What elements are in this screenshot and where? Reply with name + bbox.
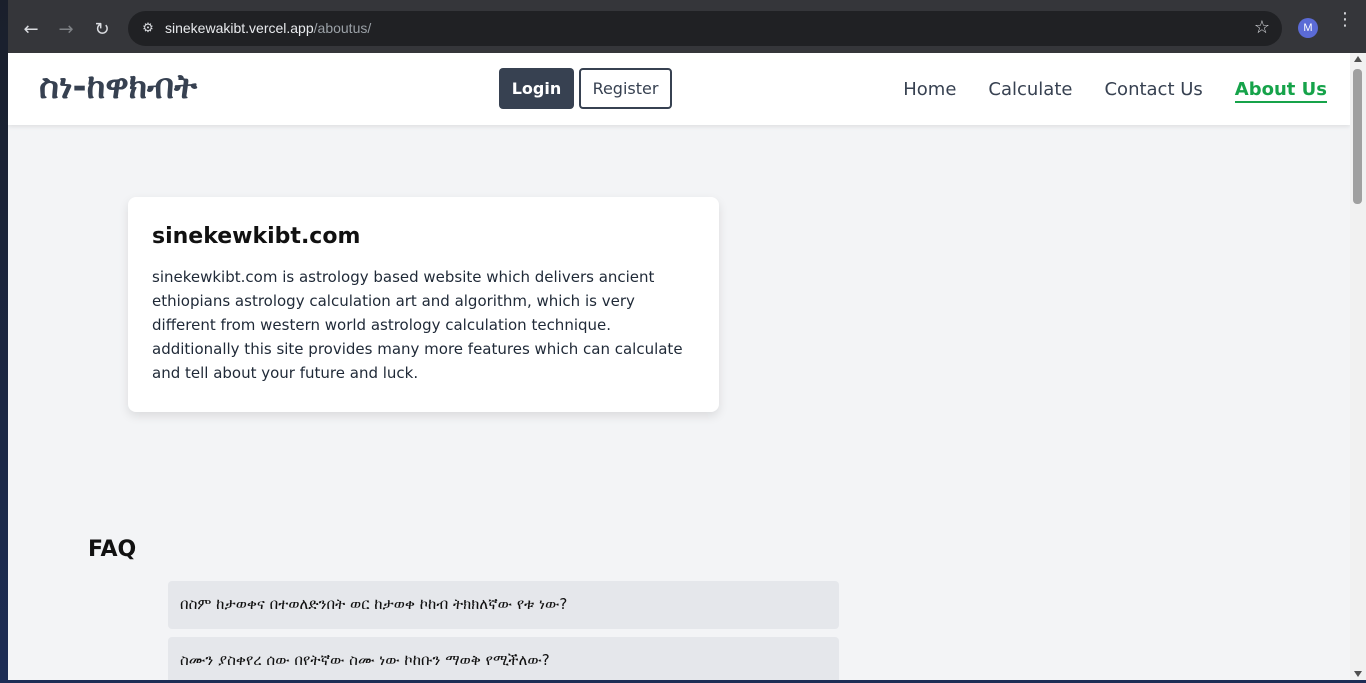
- nav-link-calculate[interactable]: Calculate: [988, 79, 1072, 103]
- browser-toolbar: ← → ↻ ⚙ sinekewakibt.vercel.app/aboutus/…: [8, 0, 1366, 53]
- scroll-down-arrow-icon[interactable]: [1354, 671, 1362, 677]
- page-scrollbar[interactable]: [1350, 53, 1366, 680]
- about-card: sinekewkibt.com sinekewkibt.com is astro…: [128, 197, 719, 412]
- register-button[interactable]: Register: [579, 68, 672, 109]
- forward-icon[interactable]: →: [51, 14, 81, 44]
- nav-link-contact-us[interactable]: Contact Us: [1104, 79, 1202, 103]
- url-text[interactable]: sinekewakibt.vercel.app/aboutus/: [165, 20, 371, 36]
- faq-heading: FAQ: [88, 537, 137, 562]
- site-navbar: ስነ-ከዋክብት Login Register Home Calculate C…: [8, 53, 1350, 125]
- reload-icon[interactable]: ↻: [87, 14, 117, 44]
- nav-link-home[interactable]: Home: [903, 79, 956, 103]
- menu-kebab-icon[interactable]: ⋮: [1336, 11, 1354, 29]
- nav-links: Home Calculate Contact Us About Us: [903, 79, 1327, 103]
- back-icon[interactable]: ←: [16, 14, 46, 44]
- url-host: sinekewakibt.vercel.app: [165, 20, 314, 36]
- scroll-thumb[interactable]: [1353, 69, 1362, 204]
- scroll-up-arrow-icon[interactable]: [1354, 56, 1362, 62]
- about-title: sinekewkibt.com: [152, 224, 361, 249]
- site-logo[interactable]: ስነ-ከዋክብት: [39, 67, 197, 107]
- faq-item[interactable]: ስሙን ያስቀየረ ሰው በየትኛው ስሙ ነው ኮከቡን ማወቅ የሚችለው?: [168, 637, 839, 680]
- login-button[interactable]: Login: [499, 68, 574, 109]
- address-bar[interactable]: ⚙ sinekewakibt.vercel.app/aboutus/ ☆: [128, 11, 1282, 46]
- faq-item[interactable]: በስም ከታወቀና በተወለድንበት ወር ከታወቀ ኮከብ ትክክለኛው የቱ…: [168, 581, 839, 629]
- page-viewport: ስነ-ከዋክብት Login Register Home Calculate C…: [8, 53, 1350, 680]
- nav-link-about-us[interactable]: About Us: [1234, 79, 1327, 103]
- bookmark-star-icon[interactable]: ☆: [1254, 17, 1270, 38]
- url-path: /aboutus/: [313, 20, 372, 36]
- profile-avatar[interactable]: M: [1298, 18, 1318, 38]
- browser-window: ← → ↻ ⚙ sinekewakibt.vercel.app/aboutus/…: [8, 0, 1366, 680]
- site-info-icon[interactable]: ⚙: [138, 18, 158, 38]
- about-body: sinekewkibt.com is astrology based websi…: [152, 268, 683, 382]
